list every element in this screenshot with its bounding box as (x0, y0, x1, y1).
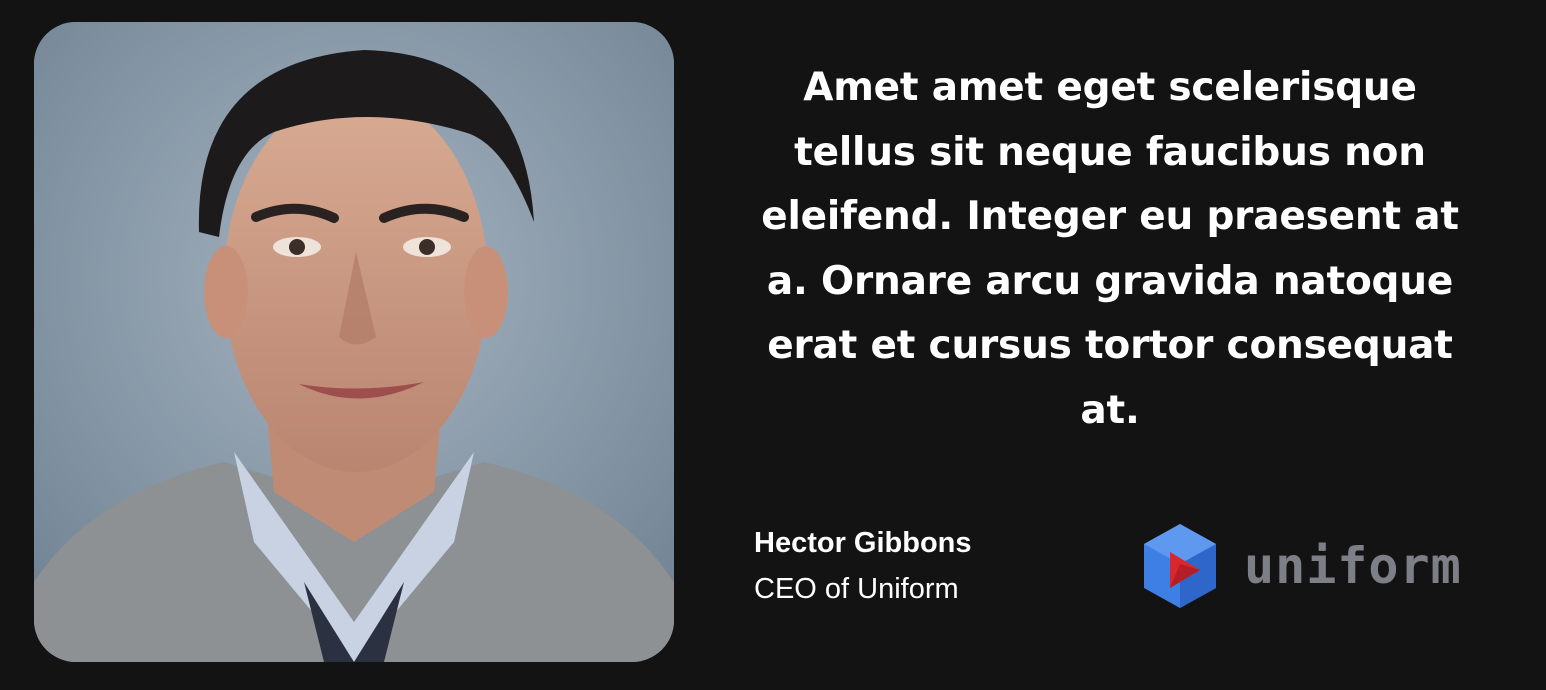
company-logo: uniform (1142, 522, 1462, 610)
author-role: CEO of Uniform (754, 573, 959, 605)
uniform-wordmark: uniform (1244, 537, 1462, 595)
author-info: Hector Gibbons CEO of Uniform (754, 522, 972, 610)
author-name: Hector Gibbons (754, 527, 972, 559)
author-portrait-image (34, 22, 674, 662)
testimonial-card: Amet amet eget scelerisque tellus sit ne… (0, 0, 1546, 690)
testimonial-quote: Amet amet eget scelerisque tellus sit ne… (761, 65, 1459, 433)
author-photo (34, 22, 674, 662)
uniform-logo-icon (1144, 524, 1216, 608)
